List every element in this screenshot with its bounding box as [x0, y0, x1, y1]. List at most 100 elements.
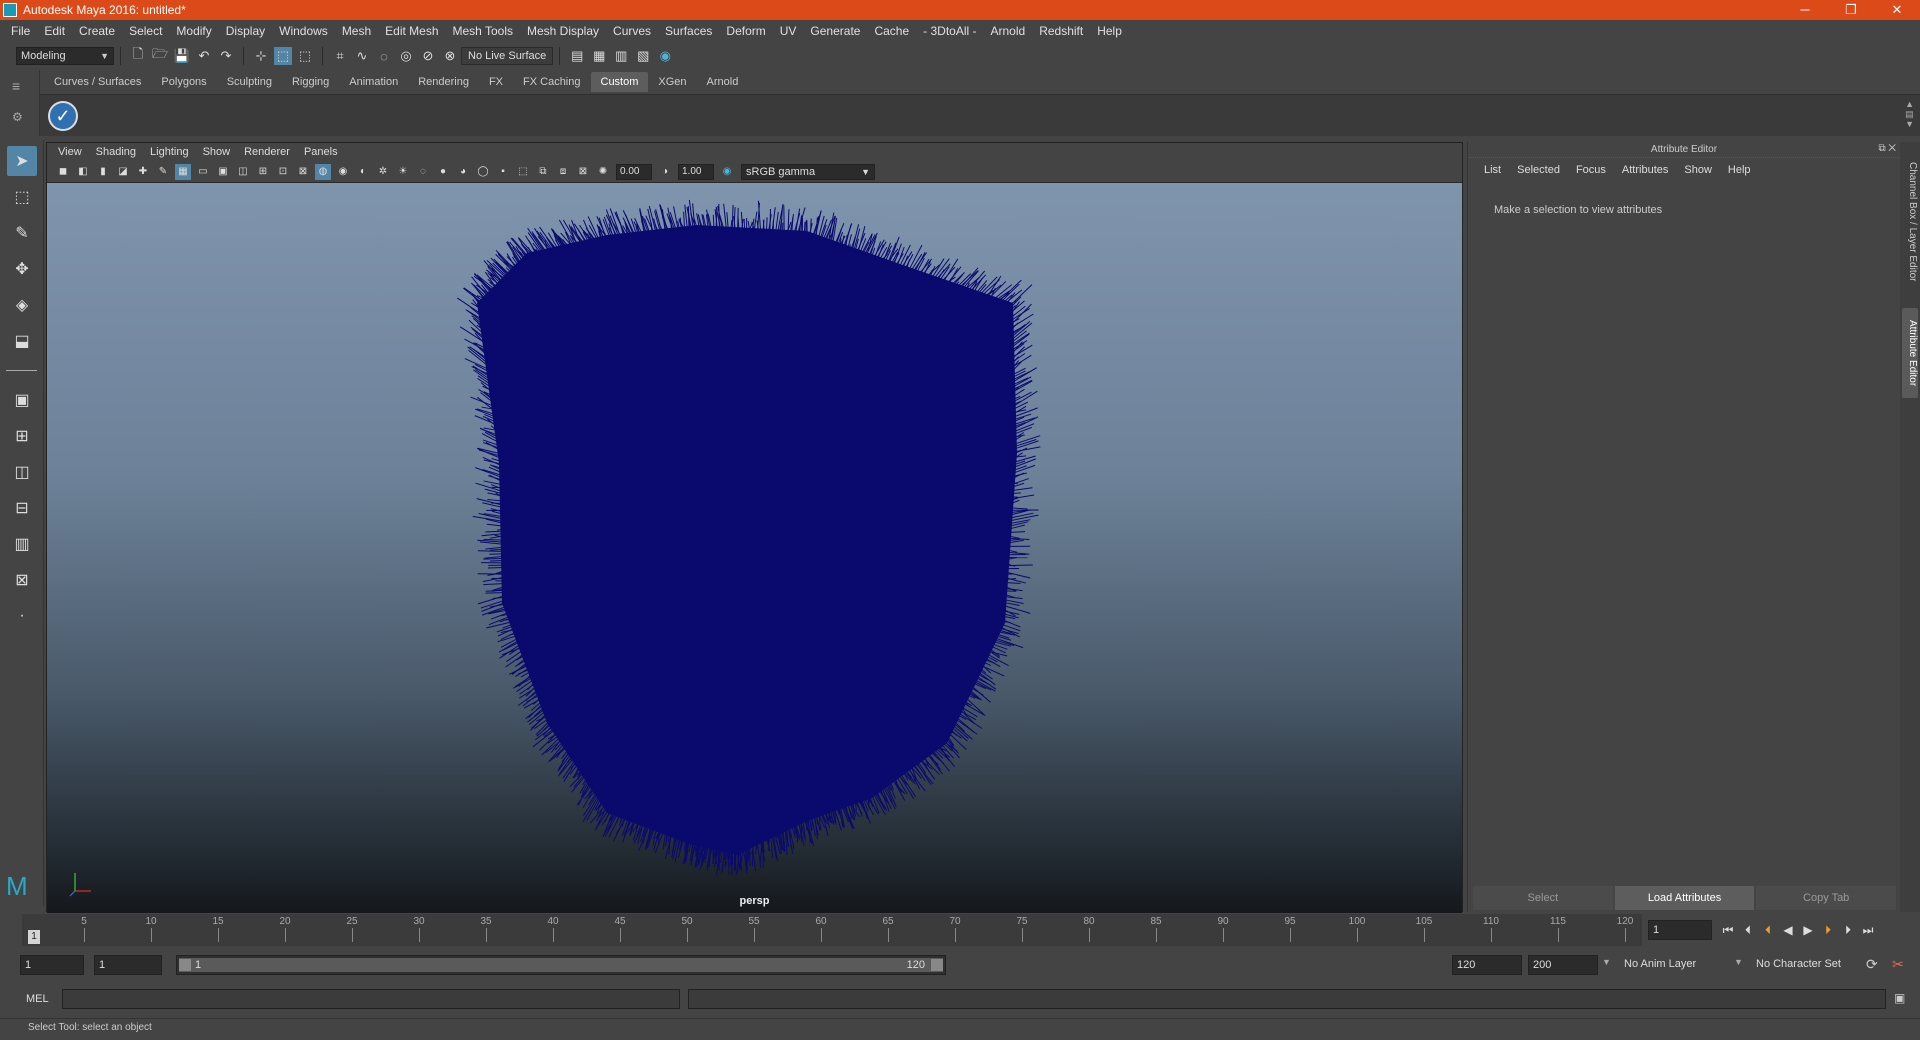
ae-menu-focus[interactable]: Focus: [1568, 162, 1614, 178]
textured-icon[interactable]: ✲: [375, 164, 391, 180]
paint-select-tool-icon[interactable]: ✎: [7, 218, 37, 248]
menu-edit[interactable]: Edit: [37, 24, 72, 38]
viewport-panel[interactable]: View Shading Lighting Show Renderer Pane…: [46, 142, 1463, 913]
menu-redshift[interactable]: Redshift: [1032, 24, 1090, 38]
close-button[interactable]: ✕: [1874, 0, 1920, 20]
playback-end-field[interactable]: 120: [1452, 955, 1522, 975]
shelf-tab-xgen[interactable]: XGen: [648, 72, 696, 92]
xray-joints-icon[interactable]: ⊠: [575, 164, 591, 180]
vp-menu-panels[interactable]: Panels: [297, 146, 345, 158]
render-frame-icon[interactable]: ▦: [590, 47, 608, 65]
menu-uv[interactable]: UV: [773, 24, 804, 38]
depth-of-field-icon[interactable]: ▪: [495, 164, 511, 180]
snap-point-icon[interactable]: ◌: [375, 47, 393, 65]
shelf-tab-curves-surfaces[interactable]: Curves / Surfaces: [44, 72, 151, 92]
side-by-side-layout-icon[interactable]: ◫: [7, 457, 37, 487]
scale-tool-icon[interactable]: ⬓: [7, 326, 37, 356]
fur-cube-object[interactable]: [47, 183, 1462, 913]
chevron-down-icon[interactable]: ▼: [1602, 957, 1611, 967]
undo-icon[interactable]: ↶: [195, 47, 213, 65]
close-panel-icon[interactable]: ✕: [1888, 143, 1896, 154]
bookmark-icon[interactable]: ▮: [95, 164, 111, 180]
menu-generate[interactable]: Generate: [803, 24, 867, 38]
film-gate-icon[interactable]: ▭: [195, 164, 211, 180]
go-to-end-icon[interactable]: ⏭: [1858, 920, 1878, 940]
select-hierarchy-icon[interactable]: ⊹: [252, 47, 270, 65]
select-camera-icon[interactable]: ◼: [55, 164, 71, 180]
load-attributes-button[interactable]: Load Attributes: [1614, 886, 1755, 910]
grid-icon[interactable]: ▦: [175, 163, 191, 180]
ae-menu-attributes[interactable]: Attributes: [1614, 162, 1676, 178]
lasso-tool-icon[interactable]: ⬚: [7, 182, 37, 212]
shelf-tab-fx-caching[interactable]: FX Caching: [513, 72, 590, 92]
menu-file[interactable]: File: [4, 24, 37, 38]
resolution-gate-icon[interactable]: ▣: [215, 164, 231, 180]
menu-icon[interactable]: ≡: [12, 78, 27, 94]
tab-channel-box-layer-editor[interactable]: Channel Box / Layer Editor: [1902, 152, 1918, 292]
exposure-icon[interactable]: ✺: [595, 164, 611, 180]
grease-pencil-icon[interactable]: ✎: [155, 164, 171, 180]
select-component-icon[interactable]: ⬚: [296, 47, 314, 65]
animation-start-field[interactable]: 1: [20, 955, 84, 975]
shelf-tab-fx[interactable]: FX: [479, 72, 513, 92]
ipr-render-icon[interactable]: ▥: [612, 47, 630, 65]
maximize-button[interactable]: ❐: [1828, 0, 1874, 20]
wireframe-icon[interactable]: ◍: [315, 163, 331, 180]
menu-edit-mesh[interactable]: Edit Mesh: [378, 24, 445, 38]
menu-modify[interactable]: Modify: [169, 24, 218, 38]
fur-cube-body[interactable]: [477, 225, 1017, 855]
xray-active-icon[interactable]: ⧈: [555, 164, 571, 180]
vp-menu-lighting[interactable]: Lighting: [143, 146, 196, 158]
menu-3dtoall[interactable]: - 3DtoAll -: [916, 24, 983, 38]
ae-menu-help[interactable]: Help: [1720, 162, 1759, 178]
outliner-layout-icon[interactable]: ⊠: [7, 565, 37, 595]
isolate-select-icon[interactable]: ⬚: [515, 164, 531, 180]
menu-select[interactable]: Select: [122, 24, 169, 38]
anim-layer-dropdown[interactable]: No Anim Layer: [1620, 955, 1720, 975]
step-back-icon[interactable]: ⏴: [1738, 920, 1758, 940]
xray-icon[interactable]: ⧉: [535, 164, 551, 180]
shelf-tab-polygons[interactable]: Polygons: [151, 72, 216, 92]
use-all-lights-icon[interactable]: ☀: [395, 164, 411, 180]
save-scene-icon[interactable]: 💾: [173, 47, 191, 65]
checkmark-icon[interactable]: ✓: [48, 101, 78, 131]
field-chart-icon[interactable]: ⊞: [255, 164, 271, 180]
toolbox-more-icon[interactable]: ·: [7, 601, 37, 631]
move-tool-icon[interactable]: ✥: [7, 254, 37, 284]
playback-start-field[interactable]: 1: [94, 955, 162, 975]
open-scene-icon[interactable]: 🗁: [151, 46, 169, 65]
exposure-field[interactable]: 0.00: [616, 163, 652, 180]
persp-graph-layout-icon[interactable]: ⊟: [7, 493, 37, 523]
multisample-aa-icon[interactable]: ◯: [475, 164, 491, 180]
menu-mesh-tools[interactable]: Mesh Tools: [446, 24, 520, 38]
range-slider[interactable]: 1 120: [176, 955, 946, 975]
live-surface-field[interactable]: No Live Surface: [461, 47, 554, 65]
chevron-down-icon[interactable]: ▼: [1734, 957, 1743, 967]
step-forward-icon[interactable]: ⏵: [1838, 920, 1858, 940]
step-forward-key-icon[interactable]: ⏵: [1818, 920, 1838, 940]
step-back-key-icon[interactable]: ⏴: [1758, 920, 1778, 940]
shelf-tab-sculpting[interactable]: Sculpting: [217, 72, 282, 92]
menu-surfaces[interactable]: Surfaces: [658, 24, 719, 38]
rotate-tool-icon[interactable]: ◈: [7, 290, 37, 320]
gate-mask-icon[interactable]: ◫: [235, 164, 251, 180]
shelf-tab-rendering[interactable]: Rendering: [408, 72, 479, 92]
motion-blur-icon[interactable]: ◕: [455, 164, 471, 180]
menu-deform[interactable]: Deform: [719, 24, 772, 38]
auto-key-icon[interactable]: ⟳: [1866, 956, 1878, 973]
redo-icon[interactable]: ↷: [217, 47, 235, 65]
play-backward-icon[interactable]: ◀: [1778, 920, 1798, 940]
persp-outliner-layout-icon[interactable]: ▥: [7, 529, 37, 559]
animation-preferences-icon[interactable]: ✂: [1892, 956, 1904, 973]
menu-mesh[interactable]: Mesh: [335, 24, 378, 38]
select-object-icon[interactable]: ⬚: [274, 47, 292, 65]
snap-grid-icon[interactable]: ⌗: [331, 47, 349, 65]
select-tool-icon[interactable]: ➤: [7, 146, 37, 176]
render-view-icon[interactable]: ▧: [634, 47, 652, 65]
viewport-scene[interactable]: persp: [47, 183, 1462, 913]
color-management-icon[interactable]: ◉: [719, 164, 735, 180]
shelf-tab-arnold[interactable]: Arnold: [697, 72, 749, 92]
camera-attributes-icon[interactable]: ◧: [75, 164, 91, 180]
image-plane-icon[interactable]: ◪: [115, 164, 131, 180]
safe-action-icon[interactable]: ⊡: [275, 164, 291, 180]
